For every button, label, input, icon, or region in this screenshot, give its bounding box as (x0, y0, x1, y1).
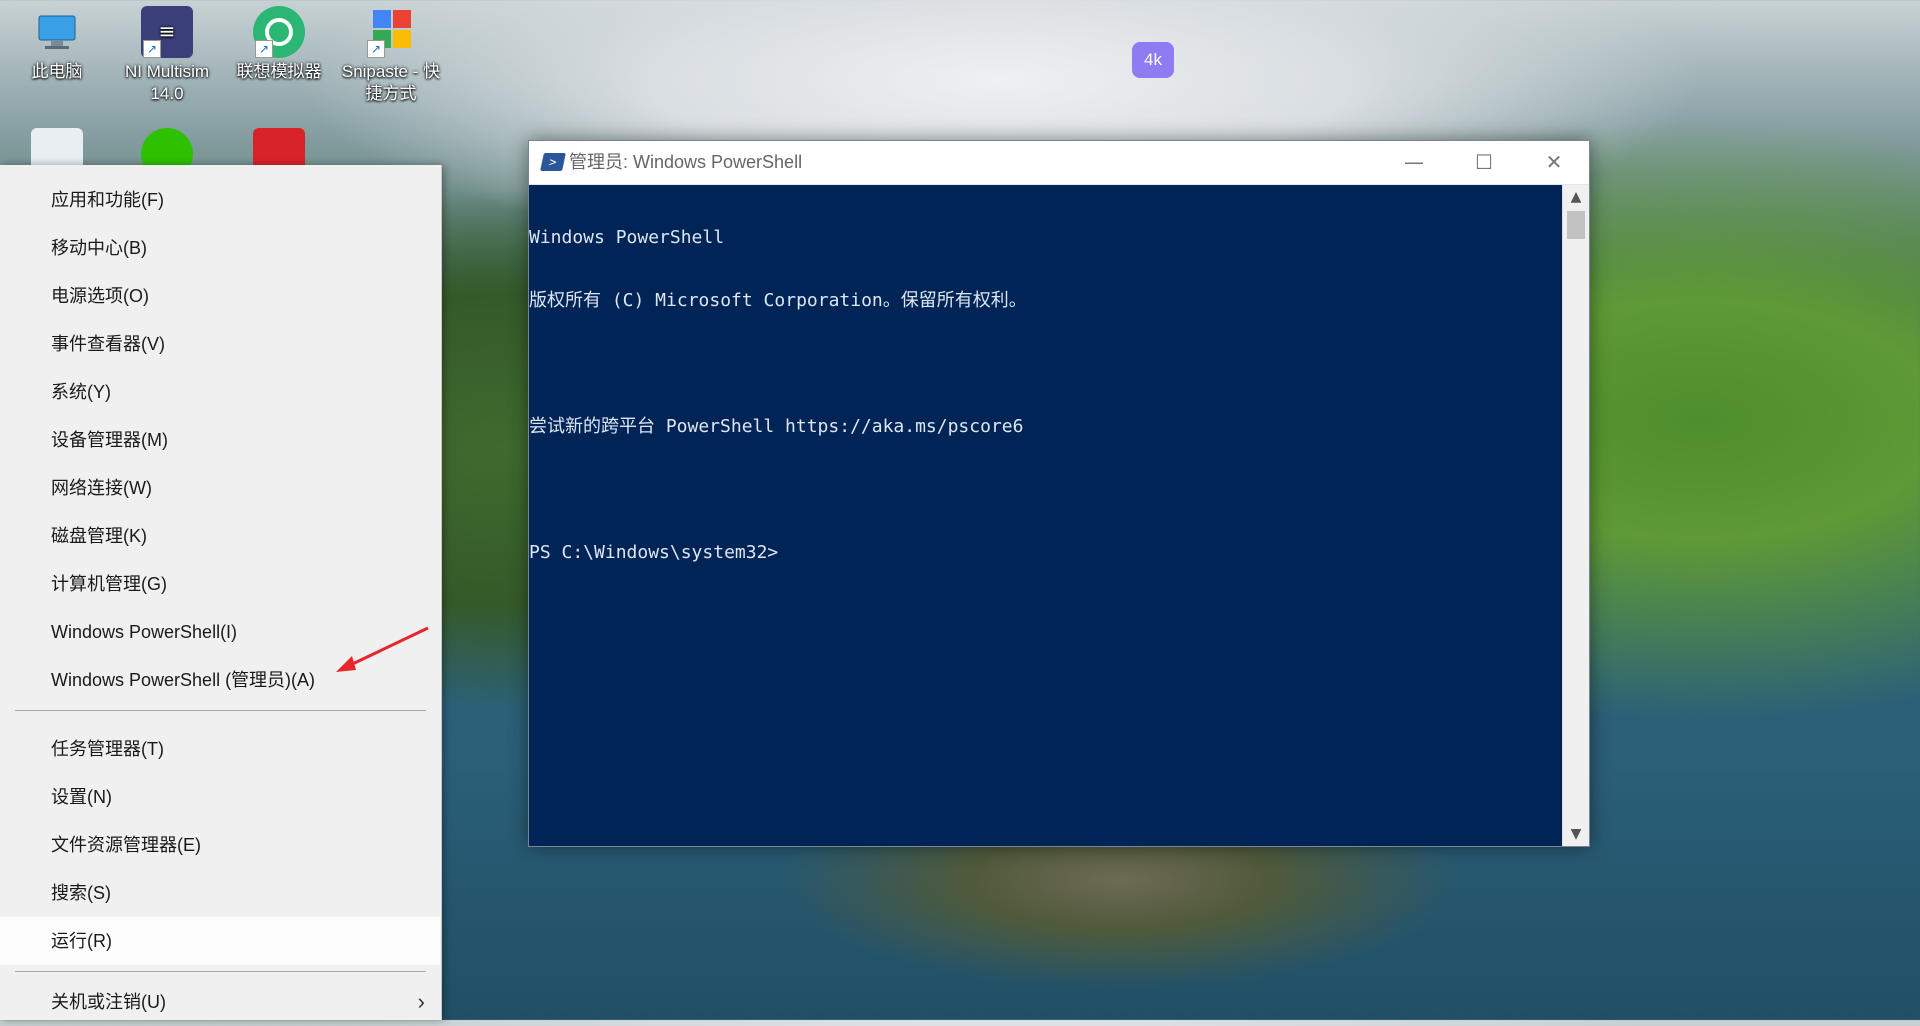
console-area[interactable]: Windows PowerShell 版权所有 (C) Microsoft Co… (529, 185, 1562, 846)
chevron-right-icon: › (417, 989, 425, 1014)
red-arrow-annotation (336, 626, 429, 672)
console-line: 尝试新的跨平台 PowerShell https://aka.ms/pscore… (529, 416, 1024, 437)
desktop-icon-label: 此电脑 (31, 62, 83, 81)
menu-item-device-manager[interactable]: 设备管理器(M) (0, 416, 441, 464)
computer-icon (31, 6, 83, 58)
menu-item-file-explorer[interactable]: 文件资源管理器(E) (0, 821, 441, 869)
powershell-window: > 管理员: Windows PowerShell — ☐ ✕ Windows … (528, 140, 1590, 847)
menu-item-settings[interactable]: 设置(N) (0, 773, 441, 821)
menu-item-shutdown-signout[interactable]: 关机或注销(U) › (0, 978, 441, 1026)
console-line: 版权所有 (C) Microsoft Corporation。保留所有权利。 (529, 290, 1027, 311)
menu-item-event-viewer[interactable]: 事件查看器(V) (0, 320, 441, 368)
window-title: 管理员: Windows PowerShell (569, 152, 803, 172)
emulator-icon: ↗ (253, 6, 305, 58)
menu-separator (15, 710, 426, 711)
desktop-icon-label: 联想模拟器 (236, 62, 322, 81)
snipaste-icon: ↗ (365, 6, 417, 58)
menu-item-task-manager[interactable]: 任务管理器(T) (0, 725, 441, 773)
winx-context-menu: 应用和功能(F) 移动中心(B) 电源选项(O) 事件查看器(V) 系统(Y) … (0, 165, 442, 1020)
menu-item-computer-management[interactable]: 计算机管理(G) (0, 560, 441, 608)
shortcut-arrow-icon: ↗ (143, 40, 161, 58)
desktop-icon-tv-4k[interactable]: 4k (1098, 22, 1208, 81)
menu-item-run[interactable]: 运行(R) (0, 917, 440, 965)
menu-item-disk-management[interactable]: 磁盘管理(K) (0, 512, 441, 560)
console-output: Windows PowerShell 版权所有 (C) Microsoft Co… (529, 185, 1562, 605)
desktop-icon-label: NI Multisim 14.0 (124, 62, 210, 103)
desktop-icon-multisim[interactable]: ≡ ↗ NI Multisim 14.0 (112, 0, 222, 105)
menu-item-power-options[interactable]: 电源选项(O) (0, 272, 441, 320)
scroll-up-arrow-icon[interactable]: ▲ (1563, 185, 1589, 209)
close-button[interactable]: ✕ (1519, 141, 1589, 184)
desktop-icon-this-pc[interactable]: 此电脑 (2, 0, 112, 83)
scroll-thumb[interactable] (1567, 211, 1585, 239)
svg-text:≡: ≡ (159, 19, 176, 43)
desktop-icon-label: Snipaste - 快捷方式 (341, 62, 441, 103)
menu-item-system[interactable]: 系统(Y) (0, 368, 441, 416)
menu-item-label: 关机或注销(U) (51, 992, 166, 1012)
powershell-icon: > (540, 153, 566, 171)
desktop-icon-emulator[interactable]: ↗ 联想模拟器 (224, 0, 334, 83)
menu-item-mobility-center[interactable]: 移动中心(B) (0, 224, 441, 272)
menu-separator (15, 971, 426, 972)
tv-4k-icon: 4k (1132, 42, 1174, 78)
multisim-icon: ≡ ↗ (141, 6, 193, 58)
console-line: Windows PowerShell (529, 227, 725, 248)
window-titlebar[interactable]: > 管理员: Windows PowerShell — ☐ ✕ (529, 141, 1589, 185)
vertical-scrollbar[interactable]: ▲ ▼ (1562, 185, 1589, 846)
menu-item-network-connections[interactable]: 网络连接(W) (0, 464, 441, 512)
console-prompt: PS C:\Windows\system32> (529, 542, 779, 563)
menu-item-search[interactable]: 搜索(S) (0, 869, 441, 917)
tv-4k-label: 4k (1144, 50, 1162, 69)
shortcut-arrow-icon: ↗ (367, 40, 385, 58)
scroll-down-arrow-icon[interactable]: ▼ (1563, 822, 1589, 846)
menu-top-padding (0, 165, 441, 176)
menu-item-apps-features[interactable]: 应用和功能(F) (0, 176, 441, 224)
maximize-button[interactable]: ☐ (1449, 141, 1519, 184)
shortcut-arrow-icon: ↗ (255, 40, 273, 58)
desktop-icon-snipaste[interactable]: ↗ Snipaste - 快捷方式 (336, 0, 446, 105)
minimize-button[interactable]: — (1379, 141, 1449, 184)
